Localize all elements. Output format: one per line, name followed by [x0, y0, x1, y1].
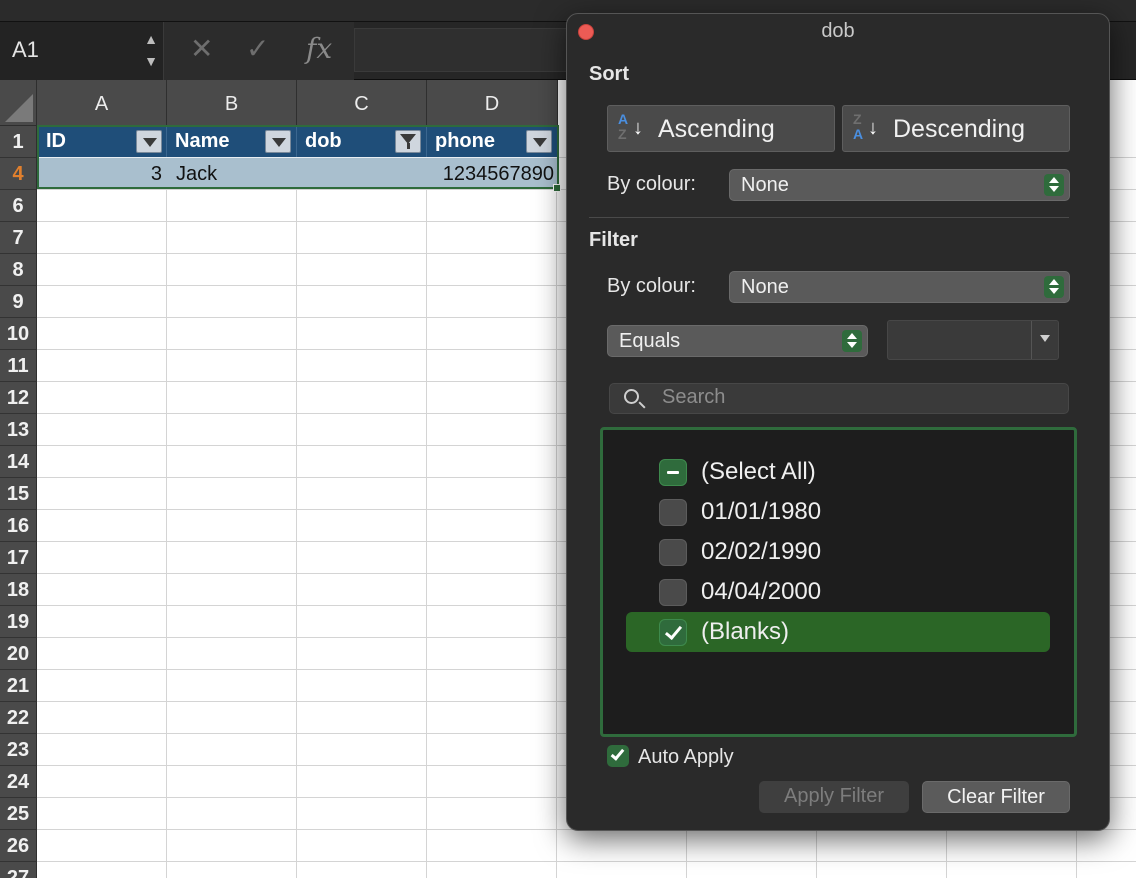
name-box[interactable]: A1 ▲ ▼ — [0, 22, 164, 80]
formula-actions: ✕ ✓ fx — [164, 22, 354, 80]
clear-filter-button[interactable]: Clear Filter — [922, 781, 1070, 813]
list-item-label: 04/04/2000 — [701, 578, 822, 605]
sort-by-colour-label: By colour: — [607, 173, 696, 195]
row-header[interactable]: 11 — [0, 350, 37, 382]
sort-ascending-icon: A Z ↓ — [618, 111, 643, 142]
checkbox-icon[interactable] — [659, 539, 687, 566]
row-header[interactable]: 17 — [0, 542, 37, 574]
table-selection-outline — [37, 125, 559, 189]
search-placeholder: Search — [662, 386, 726, 408]
row-header[interactable]: 9 — [0, 286, 37, 318]
filter-popover: dob Sort A Z ↓ Ascending Z A ↓ Descending By… — [566, 13, 1110, 831]
row-header[interactable]: 20 — [0, 638, 37, 670]
row-header[interactable]: 27 — [0, 862, 37, 878]
row-header[interactable]: 26 — [0, 830, 37, 862]
checkbox-icon[interactable] — [659, 499, 687, 526]
list-item-select-all[interactable]: (Select All) — [626, 452, 1050, 492]
column-header-a[interactable]: A — [37, 80, 167, 126]
list-item-blanks[interactable]: (Blanks) — [626, 612, 1050, 652]
name-box-stepper-icon[interactable]: ▲ ▼ — [142, 28, 160, 72]
sort-descending-button[interactable]: Z A ↓ Descending — [842, 105, 1070, 152]
column-header-c[interactable]: C — [297, 80, 427, 126]
sort-ascending-button[interactable]: A Z ↓ Ascending — [607, 105, 835, 152]
sort-by-colour-value: None — [741, 174, 789, 196]
auto-apply-label: Auto Apply — [638, 746, 734, 768]
select-stepper-icon — [842, 330, 862, 352]
popover-title: dob — [821, 20, 855, 42]
checkbox-mixed-icon[interactable] — [659, 459, 687, 486]
filter-by-colour-select[interactable]: None — [729, 271, 1070, 303]
row-header[interactable]: 18 — [0, 574, 37, 606]
list-item[interactable]: 02/02/1990 — [626, 532, 1050, 572]
filter-by-colour-value: None — [741, 276, 789, 298]
row-header[interactable]: 21 — [0, 670, 37, 702]
formula-input[interactable] — [354, 28, 574, 72]
row-header[interactable]: 15 — [0, 478, 37, 510]
list-item-label: 01/01/1980 — [701, 498, 822, 525]
criteria-combobox[interactable] — [887, 320, 1059, 360]
column-header-d[interactable]: D — [427, 80, 558, 126]
sort-ascending-label: Ascending — [658, 115, 775, 143]
cancel-icon[interactable]: ✕ — [190, 32, 213, 65]
row-header[interactable]: 14 — [0, 446, 37, 478]
column-header-b[interactable]: B — [167, 80, 297, 126]
search-input[interactable]: Search — [609, 383, 1069, 414]
select-all-corner[interactable] — [0, 80, 37, 126]
sort-by-colour-select[interactable]: None — [729, 169, 1070, 201]
row-header[interactable]: 6 — [0, 190, 37, 222]
row-header[interactable]: 4 — [0, 158, 37, 190]
checkbox-icon[interactable] — [659, 579, 687, 606]
row-header[interactable]: 13 — [0, 414, 37, 446]
chevron-down-icon[interactable] — [1031, 321, 1058, 359]
sort-heading: Sort — [589, 63, 629, 85]
row-header[interactable]: 7 — [0, 222, 37, 254]
sort-descending-icon: Z A ↓ — [853, 111, 878, 142]
row-header[interactable]: 25 — [0, 798, 37, 830]
row-header[interactable]: 12 — [0, 382, 37, 414]
condition-value: Equals — [619, 330, 681, 352]
list-item[interactable]: 01/01/1980 — [626, 492, 1050, 532]
divider — [589, 217, 1069, 218]
apply-filter-button[interactable]: Apply Filter — [759, 781, 909, 813]
filter-by-colour-label: By colour: — [607, 275, 696, 297]
filter-heading: Filter — [589, 229, 638, 251]
name-box-value[interactable]: A1 — [12, 37, 39, 63]
row-header[interactable]: 16 — [0, 510, 37, 542]
row-header[interactable]: 24 — [0, 766, 37, 798]
select-stepper-icon — [1044, 276, 1064, 298]
checkbox-checked-icon[interactable] — [607, 745, 629, 767]
list-item-label: 02/02/1990 — [701, 538, 822, 565]
insert-function-icon[interactable]: fx — [306, 32, 332, 65]
row-header[interactable]: 22 — [0, 702, 37, 734]
row-header[interactable]: 8 — [0, 254, 37, 286]
confirm-icon[interactable]: ✓ — [246, 32, 269, 65]
row-header[interactable]: 1 — [0, 126, 37, 158]
checkbox-checked-icon[interactable] — [659, 619, 687, 646]
table-resize-handle[interactable] — [553, 184, 561, 192]
condition-select[interactable]: Equals — [607, 325, 868, 357]
row-header[interactable]: 19 — [0, 606, 37, 638]
row-header[interactable]: 23 — [0, 734, 37, 766]
sort-descending-label: Descending — [893, 115, 1026, 143]
list-item-label: (Blanks) — [701, 618, 790, 645]
search-icon — [624, 389, 639, 404]
row-header[interactable]: 10 — [0, 318, 37, 350]
select-stepper-icon — [1044, 174, 1064, 196]
list-item[interactable]: 04/04/2000 — [626, 572, 1050, 612]
popover-titlebar: dob — [567, 14, 1109, 50]
filter-values-list[interactable]: (Select All) 01/01/1980 02/02/1990 04/04… — [600, 427, 1077, 737]
list-item-label: (Select All) — [701, 458, 816, 485]
